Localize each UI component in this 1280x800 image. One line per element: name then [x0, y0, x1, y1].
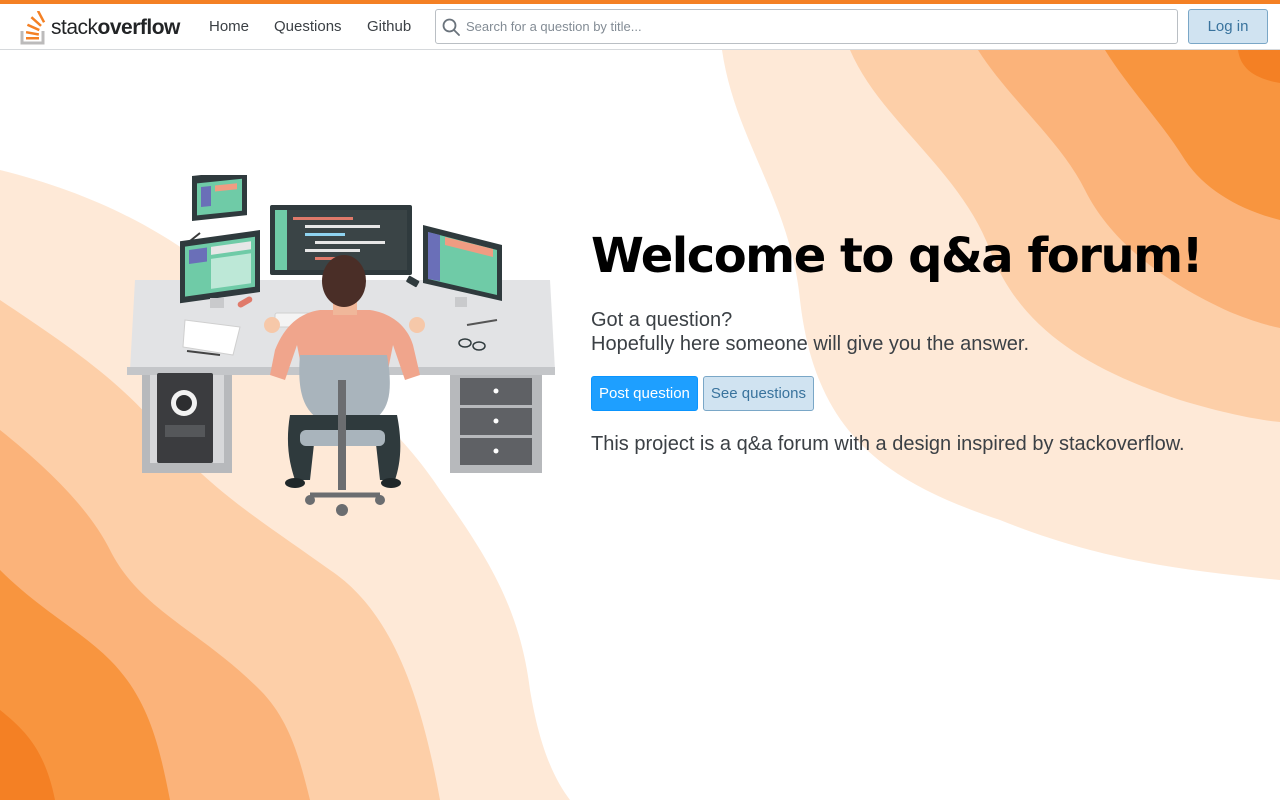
see-questions-button[interactable]: See questions — [702, 376, 814, 411]
hero-title: Welcome to q&a forum! — [591, 228, 1204, 284]
logo-text: stackoverflow — [51, 16, 180, 40]
hero-subtitle-line1: Got a question? — [591, 309, 733, 331]
pc-tower — [157, 373, 213, 463]
stack-logo-icon — [20, 11, 46, 45]
nav-home[interactable]: Home — [209, 18, 249, 35]
developer-desk-illustration — [127, 175, 555, 516]
nav-questions[interactable]: Questions — [274, 18, 342, 35]
logo-text-bold: overflow — [97, 16, 181, 39]
stackoverflow-logo[interactable]: stackoverflow — [20, 10, 190, 46]
hero-description: This project is a q&a forum with a desig… — [591, 433, 1185, 455]
search-bar — [435, 9, 1178, 44]
hero-section: Welcome to q&a forum! Got a question? Ho… — [591, 228, 1204, 456]
login-button[interactable]: Log in — [1188, 9, 1268, 44]
hero-subtitle: Got a question? Hopefully here someone w… — [591, 308, 1202, 356]
nav-github[interactable]: Github — [367, 18, 411, 35]
search-icon — [436, 10, 466, 43]
hero-buttons: Post question See questions — [591, 376, 1202, 411]
top-navbar: stackoverflow Home Questions Github Log … — [0, 0, 1280, 50]
hero-subtitle-line2: Hopefully here someone will give you the… — [591, 333, 1030, 355]
search-input[interactable] — [466, 19, 1166, 34]
logo-text-light: stack — [51, 16, 98, 39]
post-question-button[interactable]: Post question — [591, 376, 698, 411]
